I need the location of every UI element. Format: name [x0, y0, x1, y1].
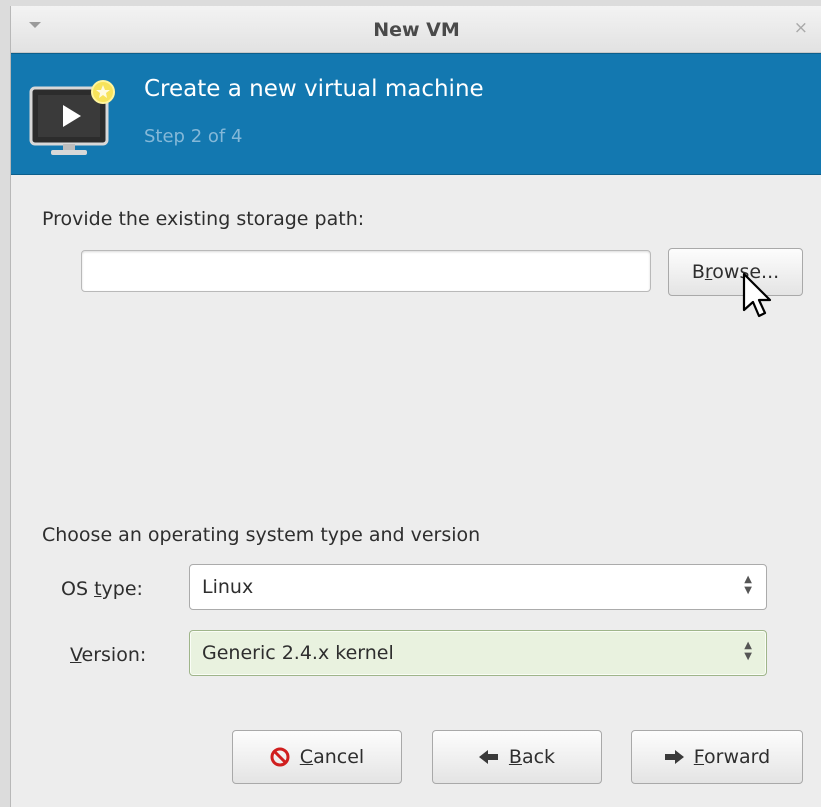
os-section-heading: Choose an operating system type and vers… — [42, 524, 481, 546]
arrow-left-icon — [478, 750, 498, 764]
back-button[interactable]: Back — [432, 730, 602, 784]
storage-path-input[interactable] — [81, 250, 651, 292]
version-label: Version: — [70, 644, 147, 666]
spin-arrows-icon: ▲ ▼ — [744, 574, 752, 596]
cancel-label: Cancel — [299, 746, 365, 768]
forward-label: Forward — [693, 746, 771, 768]
os-type-value: Linux — [202, 576, 254, 598]
arrow-right-icon — [664, 750, 684, 764]
mouse-pointer-icon — [742, 272, 772, 318]
title-bar[interactable]: New VM × — [11, 6, 821, 53]
version-value: Generic 2.4.x kernel — [202, 642, 394, 664]
banner-title: Create a new virtual machine — [144, 76, 484, 102]
monitor-new-icon — [29, 80, 115, 155]
os-type-select[interactable]: Linux ▲ ▼ — [189, 564, 767, 610]
version-select[interactable]: Generic 2.4.x kernel ▲ ▼ — [189, 630, 767, 676]
spin-arrows-icon: ▲ ▼ — [744, 640, 752, 662]
new-vm-window: New VM × Create a new virtual machine St… — [10, 6, 821, 807]
cancel-icon — [270, 747, 290, 767]
back-label: Back — [508, 746, 556, 768]
storage-path-label: Provide the existing storage path: — [42, 208, 365, 230]
cancel-button[interactable]: Cancel — [232, 730, 402, 784]
forward-button[interactable]: Forward — [631, 730, 803, 784]
banner-step: Step 2 of 4 — [144, 126, 243, 147]
browse-button[interactable]: Browse... — [668, 248, 803, 296]
wizard-banner: Create a new virtual machine Step 2 of 4 — [11, 53, 821, 175]
os-type-label: OS type: — [61, 578, 143, 600]
close-icon[interactable]: × — [794, 18, 808, 38]
window-title: New VM — [373, 19, 460, 41]
